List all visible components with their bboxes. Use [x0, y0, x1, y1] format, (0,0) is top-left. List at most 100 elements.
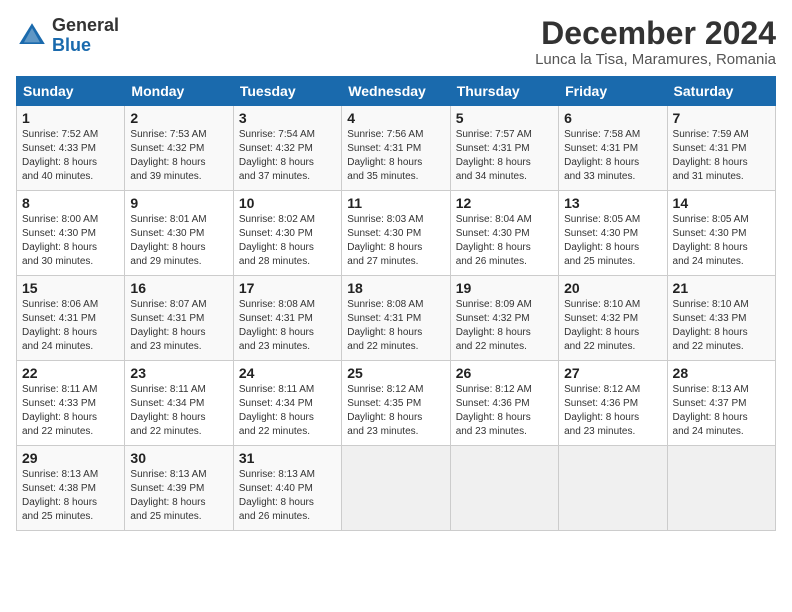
calendar-cell: 12 Sunrise: 8:04 AM Sunset: 4:30 PM Dayli… — [450, 191, 558, 276]
day-number: 1 — [22, 110, 119, 126]
day-number: 22 — [22, 365, 119, 381]
calendar-cell: 9 Sunrise: 8:01 AM Sunset: 4:30 PM Daylig… — [125, 191, 233, 276]
calendar-header-row: SundayMondayTuesdayWednesdayThursdayFrid… — [17, 77, 776, 106]
calendar-cell: 26 Sunrise: 8:12 AM Sunset: 4:36 PM Dayli… — [450, 361, 558, 446]
calendar-cell — [667, 446, 775, 531]
day-number: 8 — [22, 195, 119, 211]
day-number: 31 — [239, 450, 336, 466]
calendar-cell: 18 Sunrise: 8:08 AM Sunset: 4:31 PM Dayli… — [342, 276, 450, 361]
cell-info: Sunrise: 8:05 AM Sunset: 4:30 PM Dayligh… — [564, 213, 661, 269]
calendar-cell: 29 Sunrise: 8:13 AM Sunset: 4:38 PM Dayli… — [17, 446, 125, 531]
cell-info: Sunrise: 8:04 AM Sunset: 4:30 PM Dayligh… — [456, 213, 553, 269]
logo: General Blue — [16, 16, 119, 56]
calendar-cell: 20Sunrise: 8:10 AM Sunset: 4:32 PM Dayli… — [559, 276, 667, 361]
calendar-cell: 3 Sunrise: 7:54 AM Sunset: 4:32 PM Daylig… — [233, 106, 341, 191]
day-number: 24 — [239, 365, 336, 381]
day-number: 30 — [130, 450, 227, 466]
week-row-4: 22 Sunrise: 8:11 AM Sunset: 4:33 PM Dayli… — [17, 361, 776, 446]
day-number: 15 — [22, 280, 119, 296]
day-number: 29 — [22, 450, 119, 466]
cell-info: Sunrise: 8:05 AM Sunset: 4:30 PM Dayligh… — [673, 213, 770, 269]
day-number: 6 — [564, 110, 661, 126]
cell-info: Sunrise: 8:12 AM Sunset: 4:36 PM Dayligh… — [456, 383, 553, 439]
day-number: 5 — [456, 110, 553, 126]
day-number: 2 — [130, 110, 227, 126]
cell-info: Sunrise: 8:03 AM Sunset: 4:30 PM Dayligh… — [347, 213, 444, 269]
day-number: 9 — [130, 195, 227, 211]
calendar-cell: 28Sunrise: 8:13 AM Sunset: 4:37 PM Dayli… — [667, 361, 775, 446]
cell-info: Sunrise: 8:01 AM Sunset: 4:30 PM Dayligh… — [130, 213, 227, 269]
day-number: 4 — [347, 110, 444, 126]
day-number: 20 — [564, 280, 661, 296]
day-number: 7 — [673, 110, 770, 126]
calendar-cell: 22 Sunrise: 8:11 AM Sunset: 4:33 PM Dayli… — [17, 361, 125, 446]
day-number: 19 — [456, 280, 553, 296]
calendar-cell: 6Sunrise: 7:58 AM Sunset: 4:31 PM Daylig… — [559, 106, 667, 191]
calendar-cell: 5 Sunrise: 7:57 AM Sunset: 4:31 PM Daylig… — [450, 106, 558, 191]
calendar-cell: 27 Sunrise: 8:12 AM Sunset: 4:36 PM Dayli… — [559, 361, 667, 446]
calendar-cell: 1 Sunrise: 7:52 AM Sunset: 4:33 PM Daylig… — [17, 106, 125, 191]
cell-info: Sunrise: 8:10 AM Sunset: 4:33 PM Dayligh… — [673, 298, 770, 354]
day-number: 26 — [456, 365, 553, 381]
cell-info: Sunrise: 8:06 AM Sunset: 4:31 PM Dayligh… — [22, 298, 119, 354]
day-number: 18 — [347, 280, 444, 296]
cell-info: Sunrise: 7:54 AM Sunset: 4:32 PM Dayligh… — [239, 128, 336, 184]
calendar-cell: 7 Sunrise: 7:59 AM Sunset: 4:31 PM Daylig… — [667, 106, 775, 191]
calendar-cell — [342, 446, 450, 531]
day-number: 12 — [456, 195, 553, 211]
cell-info: Sunrise: 8:08 AM Sunset: 4:31 PM Dayligh… — [347, 298, 444, 354]
calendar-cell: 17 Sunrise: 8:08 AM Sunset: 4:31 PM Dayli… — [233, 276, 341, 361]
cell-info: Sunrise: 8:12 AM Sunset: 4:35 PM Dayligh… — [347, 383, 444, 439]
day-number: 25 — [347, 365, 444, 381]
cell-info: Sunrise: 8:11 AM Sunset: 4:34 PM Dayligh… — [130, 383, 227, 439]
cell-info: Sunrise: 8:00 AM Sunset: 4:30 PM Dayligh… — [22, 213, 119, 269]
cell-info: Sunrise: 8:08 AM Sunset: 4:31 PM Dayligh… — [239, 298, 336, 354]
title-block: December 2024 Lunca la Tisa, Maramures, … — [535, 16, 776, 68]
calendar-cell: 2 Sunrise: 7:53 AM Sunset: 4:32 PM Daylig… — [125, 106, 233, 191]
week-row-1: 1 Sunrise: 7:52 AM Sunset: 4:33 PM Daylig… — [17, 106, 776, 191]
header-friday: Friday — [559, 77, 667, 106]
header-tuesday: Tuesday — [233, 77, 341, 106]
calendar-cell: 24Sunrise: 8:11 AM Sunset: 4:34 PM Dayli… — [233, 361, 341, 446]
calendar-cell: 10Sunrise: 8:02 AM Sunset: 4:30 PM Dayli… — [233, 191, 341, 276]
cell-info: Sunrise: 8:13 AM Sunset: 4:38 PM Dayligh… — [22, 468, 119, 524]
week-row-5: 29 Sunrise: 8:13 AM Sunset: 4:38 PM Dayli… — [17, 446, 776, 531]
calendar-cell: 11 Sunrise: 8:03 AM Sunset: 4:30 PM Dayli… — [342, 191, 450, 276]
day-number: 23 — [130, 365, 227, 381]
day-number: 14 — [673, 195, 770, 211]
cell-info: Sunrise: 8:11 AM Sunset: 4:33 PM Dayligh… — [22, 383, 119, 439]
calendar-cell: 16 Sunrise: 8:07 AM Sunset: 4:31 PM Dayli… — [125, 276, 233, 361]
cell-info: Sunrise: 8:09 AM Sunset: 4:32 PM Dayligh… — [456, 298, 553, 354]
header-monday: Monday — [125, 77, 233, 106]
day-number: 13 — [564, 195, 661, 211]
calendar-cell — [559, 446, 667, 531]
location: Lunca la Tisa, Maramures, Romania — [535, 51, 776, 68]
cell-info: Sunrise: 7:57 AM Sunset: 4:31 PM Dayligh… — [456, 128, 553, 184]
day-number: 3 — [239, 110, 336, 126]
logo-general: General — [52, 15, 119, 35]
calendar-table: SundayMondayTuesdayWednesdayThursdayFrid… — [16, 76, 776, 531]
day-number: 27 — [564, 365, 661, 381]
calendar-cell: 21Sunrise: 8:10 AM Sunset: 4:33 PM Dayli… — [667, 276, 775, 361]
header-thursday: Thursday — [450, 77, 558, 106]
calendar-cell: 23 Sunrise: 8:11 AM Sunset: 4:34 PM Dayli… — [125, 361, 233, 446]
week-row-3: 15 Sunrise: 8:06 AM Sunset: 4:31 PM Dayli… — [17, 276, 776, 361]
cell-info: Sunrise: 8:13 AM Sunset: 4:39 PM Dayligh… — [130, 468, 227, 524]
header-sunday: Sunday — [17, 77, 125, 106]
day-number: 16 — [130, 280, 227, 296]
month-title: December 2024 — [535, 16, 776, 51]
header-saturday: Saturday — [667, 77, 775, 106]
day-number: 11 — [347, 195, 444, 211]
cell-info: Sunrise: 8:07 AM Sunset: 4:31 PM Dayligh… — [130, 298, 227, 354]
day-number: 17 — [239, 280, 336, 296]
cell-info: Sunrise: 7:59 AM Sunset: 4:31 PM Dayligh… — [673, 128, 770, 184]
calendar-cell — [450, 446, 558, 531]
cell-info: Sunrise: 8:12 AM Sunset: 4:36 PM Dayligh… — [564, 383, 661, 439]
cell-info: Sunrise: 7:52 AM Sunset: 4:33 PM Dayligh… — [22, 128, 119, 184]
cell-info: Sunrise: 7:53 AM Sunset: 4:32 PM Dayligh… — [130, 128, 227, 184]
logo-blue: Blue — [52, 35, 91, 55]
week-row-2: 8 Sunrise: 8:00 AM Sunset: 4:30 PM Daylig… — [17, 191, 776, 276]
page-header: General Blue December 2024 Lunca la Tisa… — [16, 16, 776, 68]
calendar-cell: 8 Sunrise: 8:00 AM Sunset: 4:30 PM Daylig… — [17, 191, 125, 276]
cell-info: Sunrise: 8:02 AM Sunset: 4:30 PM Dayligh… — [239, 213, 336, 269]
